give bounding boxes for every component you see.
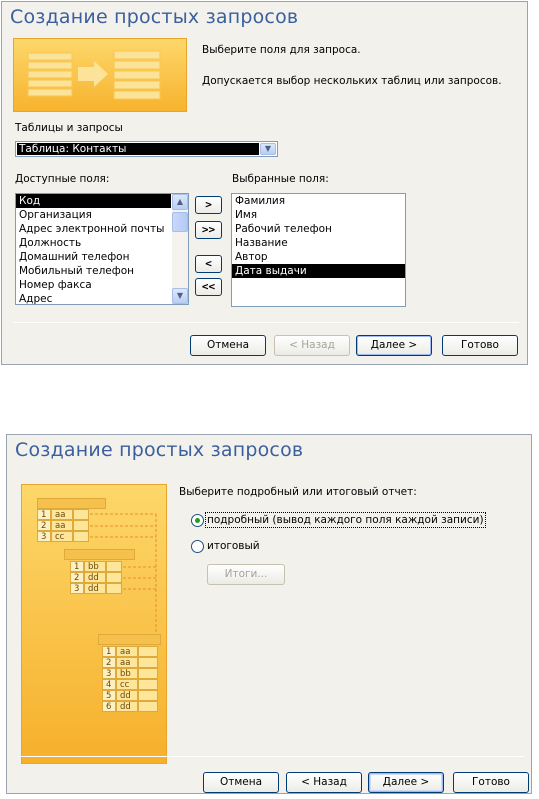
table-cell: cc (116, 679, 138, 690)
back-button[interactable]: < Назад (286, 772, 362, 793)
table-cell: 4 (102, 679, 116, 690)
list-item[interactable]: Номер факса (16, 278, 171, 292)
connector-lines (90, 513, 157, 635)
table-cell: 1 (102, 646, 116, 657)
list-item[interactable]: Рабочий телефон (232, 222, 405, 236)
divider (18, 756, 524, 757)
list-item[interactable]: Код (16, 194, 171, 208)
vertical-scrollbar[interactable]: ▲ ▼ (172, 194, 188, 304)
list-item[interactable]: Адрес (16, 292, 171, 304)
list-item[interactable]: Должность (16, 236, 171, 250)
finish-button[interactable]: Готово (442, 335, 518, 356)
tables-label: Таблицы и запросы (15, 122, 123, 134)
table-cell (138, 701, 158, 712)
table-cell: bb (116, 668, 138, 679)
tables-combo[interactable]: Таблица: Контакты ▼ (15, 141, 278, 157)
list-item[interactable]: Адрес электронной почты (16, 222, 171, 236)
table-cell: 6 (102, 701, 116, 712)
scroll-down-icon[interactable]: ▼ (172, 288, 188, 304)
table-cell (138, 657, 158, 668)
table-cell: dd (116, 701, 138, 712)
tables-combo-value: Таблица: Контакты (17, 143, 259, 155)
totals-button[interactable]: Итоги... (207, 564, 285, 585)
query-wizard-step1: Создание простых запросов Выберите поля … (1, 1, 528, 365)
option-detail-label[interactable]: подробный (вывод каждого поля каждой зап… (207, 514, 484, 526)
scroll-thumb[interactable] (172, 212, 188, 232)
table-cell: aa (116, 657, 138, 668)
table-cell (138, 646, 158, 657)
list-item[interactable]: Домашний телефон (16, 250, 171, 264)
remove-all-fields-button[interactable]: << (195, 278, 222, 296)
list-item[interactable]: Мобильный телефон (16, 264, 171, 278)
table-cell: 2 (102, 657, 116, 668)
dialog-title: Создание простых запросов (10, 6, 299, 28)
finish-button[interactable]: Готово (453, 772, 529, 793)
table-cell: 3 (102, 668, 116, 679)
wizard-illustration (13, 38, 187, 112)
table-cell (138, 679, 158, 690)
instruction-text: Выберите поля для запроса. (202, 44, 361, 56)
list-item[interactable]: Автор (232, 250, 405, 264)
add-field-button[interactable]: > (195, 196, 222, 214)
list-item[interactable]: Фамилия (232, 194, 405, 208)
divider (13, 322, 519, 323)
cancel-button[interactable]: Отмена (190, 335, 266, 356)
selected-fields-label: Выбранные поля: (232, 173, 329, 185)
remove-field-button[interactable]: < (195, 255, 222, 273)
next-button[interactable]: Далее > (368, 772, 444, 793)
available-fields-list[interactable]: Код Организация Адрес электронной почты … (15, 193, 189, 305)
table-cell (138, 690, 158, 701)
available-fields-label: Доступные поля: (15, 173, 110, 185)
add-all-fields-button[interactable]: >> (195, 221, 222, 239)
list-item[interactable]: Название (232, 236, 405, 250)
table-cell: aa (116, 646, 138, 657)
dialog-title: Создание простых запросов (15, 439, 304, 461)
report-type-prompt: Выберите подробный или итоговый отчет: (179, 486, 417, 498)
next-button[interactable]: Далее > (356, 335, 432, 356)
radio-detail[interactable] (191, 514, 204, 527)
list-item[interactable]: Имя (232, 208, 405, 222)
table-cell (138, 668, 158, 679)
table-header (98, 634, 161, 645)
table-cell: 5 (102, 690, 116, 701)
radio-summary[interactable] (191, 540, 204, 553)
option-summary-label[interactable]: итоговый (207, 540, 260, 552)
instruction-text-2: Допускается выбор нескольких таблиц или … (202, 75, 502, 87)
scroll-up-icon[interactable]: ▲ (172, 194, 188, 210)
chevron-down-icon[interactable]: ▼ (260, 143, 276, 155)
list-item[interactable]: Дата выдачи (232, 264, 405, 278)
cancel-button[interactable]: Отмена (203, 772, 279, 793)
table-cell: dd (116, 690, 138, 701)
selected-fields-list[interactable]: Фамилия Имя Рабочий телефон Название Авт… (231, 193, 406, 307)
back-button[interactable]: < Назад (274, 335, 350, 356)
query-wizard-step2: Создание простых запросов 1 aa 2 aa 3 cc… (6, 434, 532, 794)
report-illustration: 1 aa 2 aa 3 cc 1 bb 2 dd 3 dd 1 aa 2 aa … (21, 484, 167, 764)
list-item[interactable]: Организация (16, 208, 171, 222)
